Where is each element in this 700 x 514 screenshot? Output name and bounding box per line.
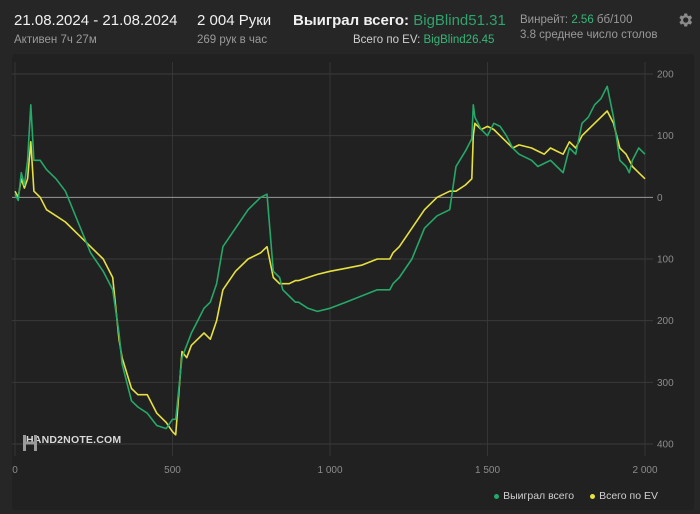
x-tick-label: 1 000 [317,465,342,476]
ev-total: Всего по EV: BigBlind26.45 [293,34,506,46]
active-time: Активен 7ч 27м [14,34,97,46]
winrate-label: Винрейт: [520,14,569,26]
x-tick-label: 0 [12,465,18,476]
y-tick-label: 400 [657,440,674,451]
legend-ev[interactable]: Всего по EV [590,490,658,502]
x-tick-label: 500 [164,465,181,476]
winrate-value: 2.56 [571,14,594,26]
ev-label: Всего по EV: [353,34,421,46]
watermark-text: HAND2NOTE.COM [26,434,122,446]
hands-rate: 269 рук в час [197,34,268,46]
winrate-unit: бб/100 [596,14,633,26]
winrate-block: Винрейт: 2.56 бб/100 3.8 среднее число с… [520,12,658,41]
legend-ev-dot-icon [590,493,596,499]
legend-won-dot-icon [494,493,500,499]
hands-count: 2 004 Руки [197,12,272,29]
legend-ev-label: Всего по EV [599,490,658,502]
y-tick-label: 100 [657,131,674,142]
date-range: 21.08.2024 - 21.08.2024 [14,12,178,29]
y-tick-label: 100 [657,255,674,266]
settings-gear-icon[interactable] [676,11,694,29]
date-block: 21.08.2024 - 21.08.2024 Активен 7ч 27м [14,12,177,46]
won-block: Выиграл всего: BigBlind51.31 Всего по EV… [293,12,506,46]
hands-block: 2 004 Руки 269 рук в час [197,12,271,46]
hand2note-logo-icon [23,435,37,451]
ev-value: BigBlind26.45 [423,34,495,46]
avg-tables: 3.8 среднее число столов [520,29,658,41]
winrate: Винрейт: 2.56 бб/100 [520,14,658,26]
y-tick-label: 200 [657,70,674,81]
y-tick-label: 200 [657,316,674,327]
x-tick-label: 2 000 [632,465,657,476]
legend-won-label: Выиграл всего [503,490,575,502]
chart-legend: Выиграл всего Всего по EV [494,490,658,502]
watermark: HAND2NOTE.COM [22,434,122,451]
bankroll-chart[interactable]: 0 500 1 000 1 500 2 000 200 100 0 100 200 300 400 H… [12,54,694,510]
y-tick-label: 0 [657,193,663,204]
won-value: BigBlind51.31 [413,12,506,29]
stats-header: 21.08.2024 - 21.08.2024 Активен 7ч 27м 2… [0,0,700,52]
legend-won[interactable]: Выиграл всего [494,490,574,502]
y-tick-label: 300 [657,378,674,389]
won-total: Выиграл всего: BigBlind51.31 [293,12,506,29]
x-tick-label: 1 500 [475,465,500,476]
won-label: Выиграл всего: [293,12,410,29]
